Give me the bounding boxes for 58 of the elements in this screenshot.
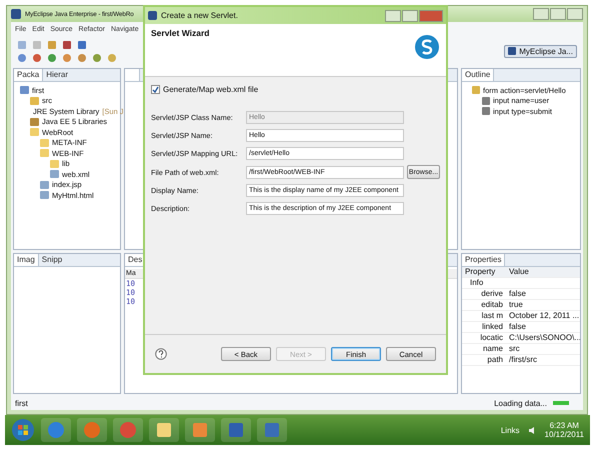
view-tab[interactable]: Packa — [14, 69, 44, 81]
property-value: false — [508, 322, 527, 332]
property-value: C:\Users\SONOO\... — [508, 333, 580, 343]
dialog-title: Create a new Servlet. — [161, 11, 238, 20]
speaker-icon[interactable] — [528, 426, 537, 434]
column-header: Value — [508, 267, 530, 277]
taskbar-button[interactable] — [77, 418, 107, 442]
app-icon — [263, 421, 281, 439]
taskbar-button[interactable] — [113, 418, 143, 442]
checkbox-label: Generate/Map web.xml file — [163, 85, 258, 94]
status-text: first — [15, 398, 28, 408]
maximize-button[interactable] — [550, 8, 566, 20]
taskbar-button[interactable] — [149, 418, 179, 442]
property-value: false — [508, 289, 527, 299]
logo-icon — [414, 34, 440, 60]
property-name: name — [482, 344, 504, 354]
property-value: src — [508, 344, 521, 354]
close-button[interactable] — [419, 10, 443, 22]
clock[interactable]: 6:23 AM 10/12/2011 — [544, 421, 584, 439]
links-toolbar[interactable]: Links — [500, 426, 520, 434]
property-value: /first/src — [508, 355, 538, 365]
column-header: Property — [464, 267, 496, 277]
perspective-label: MyEclipse Ja... — [519, 46, 573, 56]
property-value: October 12, 2011 ... — [508, 311, 580, 321]
property-name: path — [486, 355, 504, 365]
view-tab[interactable]: Hierar — [43, 69, 72, 81]
clock-time: 6:23 AM — [550, 421, 579, 430]
maximize-button[interactable] — [402, 10, 418, 22]
property-name: editab — [480, 300, 504, 310]
property-value: true — [508, 300, 524, 310]
property-name: linked — [481, 322, 504, 332]
editor-tab[interactable] — [125, 69, 140, 81]
status-text: Loading data... — [494, 398, 547, 408]
close-button[interactable] — [567, 8, 583, 20]
view-tab[interactable]: Snipp — [38, 254, 66, 266]
help-icon[interactable] — [155, 348, 167, 360]
checkbox[interactable] — [151, 85, 160, 94]
property-name: locatic — [479, 333, 504, 343]
wizard-heading: Servlet Wizard — [151, 28, 210, 40]
view-tab[interactable]: Outline — [462, 69, 494, 81]
clock-date: 10/12/2011 — [544, 430, 584, 439]
minimize-button[interactable] — [533, 8, 549, 20]
app-icon — [508, 47, 516, 55]
app-icon — [148, 11, 157, 20]
property-name: last m — [480, 311, 504, 321]
taskbar-button[interactable] — [41, 418, 71, 442]
taskbar-button[interactable] — [257, 418, 287, 442]
view-tab[interactable]: Properties — [462, 254, 506, 266]
property-name: derive — [480, 289, 504, 299]
start-button[interactable] — [11, 418, 35, 442]
minimize-button[interactable] — [385, 10, 401, 22]
app-icon — [11, 9, 21, 19]
view-tab[interactable]: Imag — [14, 254, 39, 266]
perspective-button[interactable]: MyEclipse Ja... — [504, 44, 577, 58]
taskbar-button[interactable] — [185, 418, 215, 442]
taskbar-button[interactable] — [221, 418, 251, 442]
property-name: Info — [469, 278, 484, 288]
progress-indicator — [553, 401, 569, 405]
